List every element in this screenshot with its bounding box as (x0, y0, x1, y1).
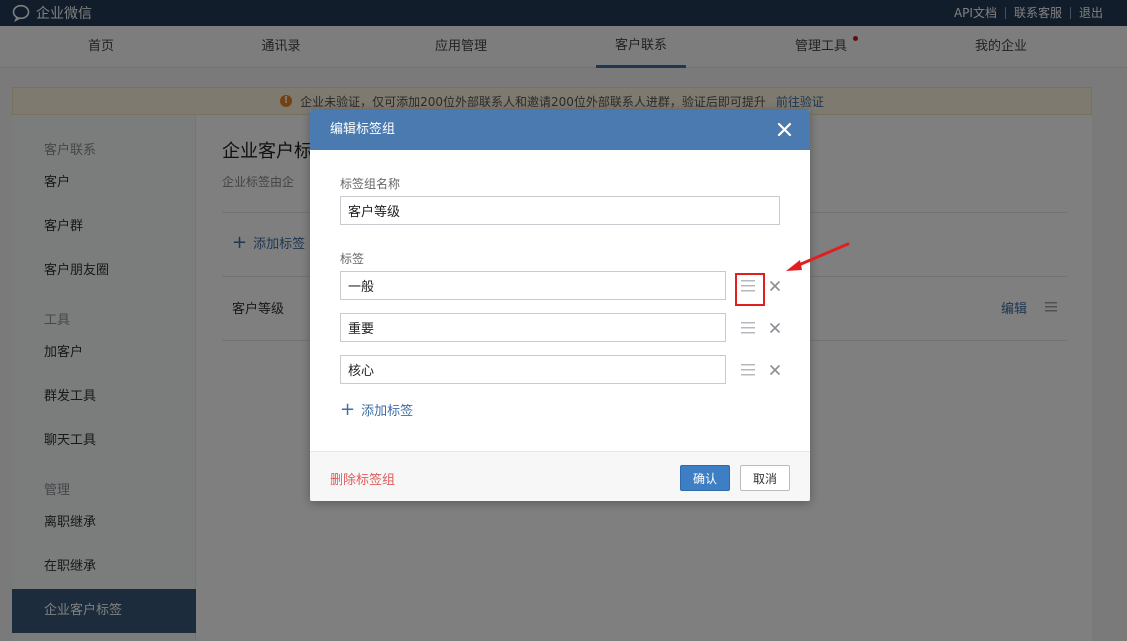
dialog-title: 编辑标签组 (330, 122, 396, 137)
remove-tag-icon[interactable] (770, 323, 780, 333)
tag-input-1[interactable] (340, 271, 726, 300)
plus-icon: + (340, 398, 356, 420)
close-icon[interactable] (777, 122, 792, 137)
add-tag-button[interactable]: + 添加标签 (340, 400, 413, 419)
add-tag-label: 添加标签 (361, 404, 414, 419)
drag-handle-icon[interactable] (741, 322, 755, 334)
group-name-label: 标签组名称 (340, 177, 401, 191)
dialog-footer: 删除标签组 确认 取消 (310, 451, 810, 501)
remove-tag-icon[interactable] (770, 365, 780, 375)
group-name-input[interactable] (340, 196, 780, 225)
cancel-button[interactable]: 取消 (740, 465, 790, 491)
drag-handle-icon[interactable] (741, 364, 755, 376)
remove-tag-icon[interactable] (770, 281, 780, 291)
annotation-highlight-box (735, 273, 765, 306)
tag-input-3[interactable] (340, 355, 726, 384)
dialog-header: 编辑标签组 (310, 110, 810, 150)
tag-input-2[interactable] (340, 313, 726, 342)
delete-group-link[interactable]: 删除标签组 (330, 469, 395, 488)
annotation-arrow-icon (786, 242, 850, 271)
confirm-button[interactable]: 确认 (680, 465, 730, 491)
edit-tag-group-dialog: 编辑标签组 标签组名称 标签 + 添加标签 删除标签组 确认 (310, 110, 810, 501)
tags-label: 标签 (340, 252, 365, 266)
